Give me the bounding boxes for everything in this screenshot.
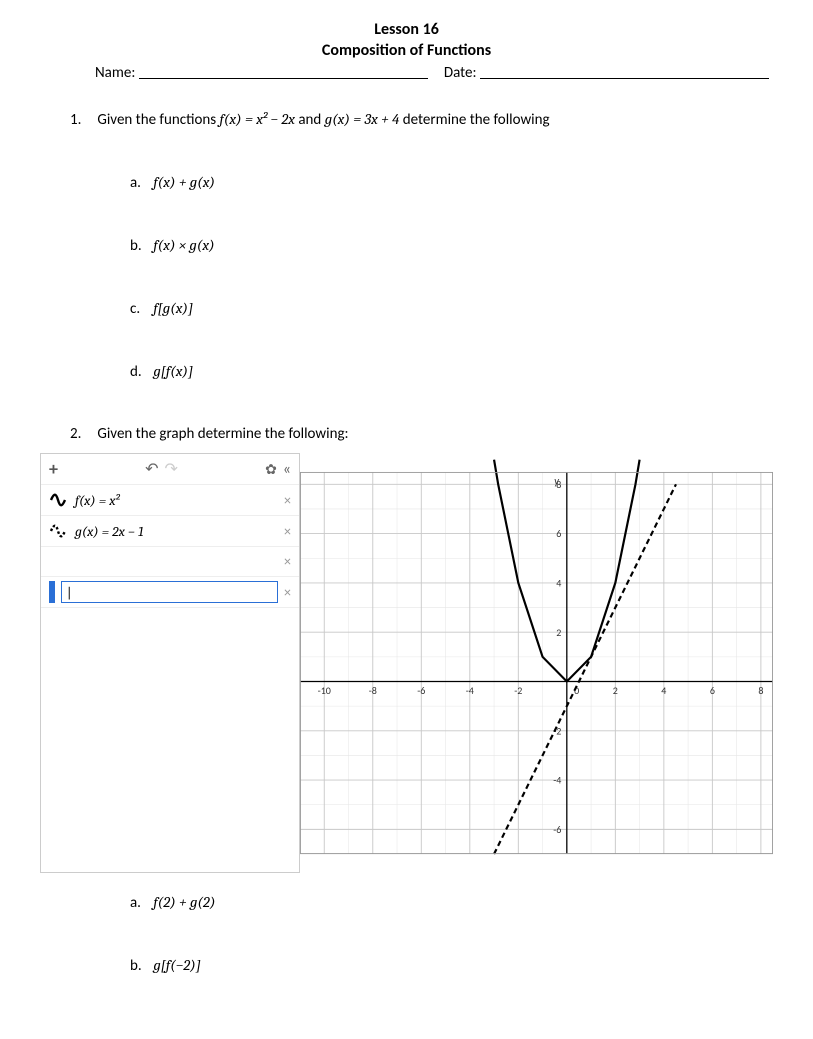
delete-row-icon[interactable]: × <box>284 584 291 601</box>
q2b-label: b. <box>130 957 150 975</box>
q2-number: 2. <box>70 425 94 443</box>
q1c: c. f[g(x)] <box>130 299 773 318</box>
svg-text:-10: -10 <box>318 684 331 697</box>
q1-tail: determine the following <box>403 111 550 129</box>
q1b-expr: f(x) × g(x) <box>153 236 214 254</box>
equation-input[interactable] <box>61 581 278 603</box>
redo-icon[interactable]: ↷ <box>165 459 178 479</box>
q2-text: Given the graph determine the following: <box>97 425 348 443</box>
svg-text:-6: -6 <box>417 684 425 697</box>
q2a-expr: f(2) + g(2) <box>153 893 215 911</box>
name-blank[interactable] <box>139 64 428 79</box>
q2b: b. g[f(−2)] <box>130 956 773 975</box>
q1-f-def: f(x) = x² − 2x <box>220 110 295 128</box>
q1a-expr: f(x) + g(x) <box>153 173 215 191</box>
svg-text:-2: -2 <box>514 684 522 697</box>
q1-and: and <box>298 111 324 129</box>
svg-text:-4: -4 <box>553 774 561 787</box>
graph-chart: -10-8-6-4-22468-6-4-224680y <box>300 453 773 873</box>
question-1: 1. Given the functions f(x) = x² − 2x an… <box>70 110 773 381</box>
q1d-label: d. <box>130 363 150 381</box>
eq-row-f[interactable]: f(x) = x² × <box>41 485 299 516</box>
svg-text:2: 2 <box>556 626 561 639</box>
undo-icon[interactable]: ↶ <box>145 459 158 479</box>
lesson-topic: Composition of Functions <box>40 41 773 60</box>
question-2: 2. Given the graph determine the followi… <box>70 425 773 443</box>
svg-text:4: 4 <box>661 684 666 697</box>
q2a-label: a. <box>130 894 150 912</box>
q1b-label: b. <box>130 237 150 255</box>
q2b-expr: g[f(−2)] <box>153 956 200 974</box>
svg-text:2: 2 <box>613 684 618 697</box>
eq-row-f-text: f(x) = x² <box>75 492 120 509</box>
date-label: Date: <box>444 64 477 82</box>
svg-text:6: 6 <box>710 684 715 697</box>
delete-row-icon[interactable]: × <box>284 523 291 540</box>
equation-panel: + ↶ ↷ ✿ « f(x) = x² × g(x) = 2x − 1 × × <box>40 453 300 873</box>
q1d-expr: g[f(x)] <box>153 362 193 380</box>
svg-text:6: 6 <box>556 527 561 540</box>
eq-toolbar: + ↶ ↷ ✿ « <box>41 454 299 485</box>
name-date-row: Name: Date: <box>40 64 773 82</box>
q1-lead: Given the functions <box>97 111 219 129</box>
svg-text:4: 4 <box>556 577 561 590</box>
q1c-label: c. <box>130 300 150 318</box>
svg-text:-4: -4 <box>466 684 474 697</box>
q1-g-def: g(x) = 3x + 4 <box>325 110 400 128</box>
delete-row-icon[interactable]: × <box>284 492 291 509</box>
delete-row-icon[interactable]: × <box>284 553 291 570</box>
settings-icon[interactable]: ✿ <box>265 461 277 478</box>
eq-row-g-text: g(x) = 2x − 1 <box>75 523 144 540</box>
wave-icon <box>49 491 67 509</box>
svg-text:8: 8 <box>758 684 763 697</box>
add-expression-button[interactable]: + <box>49 458 58 480</box>
eq-input-row: × <box>41 577 299 608</box>
q1b: b. f(x) × g(x) <box>130 236 773 255</box>
q1a-label: a. <box>130 174 150 192</box>
q2a: a. f(2) + g(2) <box>130 893 773 912</box>
wave-dashed-icon <box>49 522 67 540</box>
q1c-expr: f[g(x)] <box>153 299 193 317</box>
graph-area: + ↶ ↷ ✿ « f(x) = x² × g(x) = 2x − 1 × × <box>40 453 773 873</box>
name-label: Name: <box>95 64 135 82</box>
q1d: d. g[f(x)] <box>130 362 773 381</box>
svg-text:-8: -8 <box>369 684 377 697</box>
date-blank[interactable] <box>480 64 769 79</box>
q1a: a. f(x) + g(x) <box>130 173 773 192</box>
svg-text:-6: -6 <box>553 823 561 836</box>
q1-number: 1. <box>70 111 94 129</box>
collapse-icon[interactable]: « <box>283 460 291 479</box>
lesson-number: Lesson 16 <box>40 20 773 39</box>
eq-row-g[interactable]: g(x) = 2x − 1 × <box>41 516 299 547</box>
eq-row-empty[interactable]: × <box>41 547 299 577</box>
active-row-marker <box>49 581 55 603</box>
